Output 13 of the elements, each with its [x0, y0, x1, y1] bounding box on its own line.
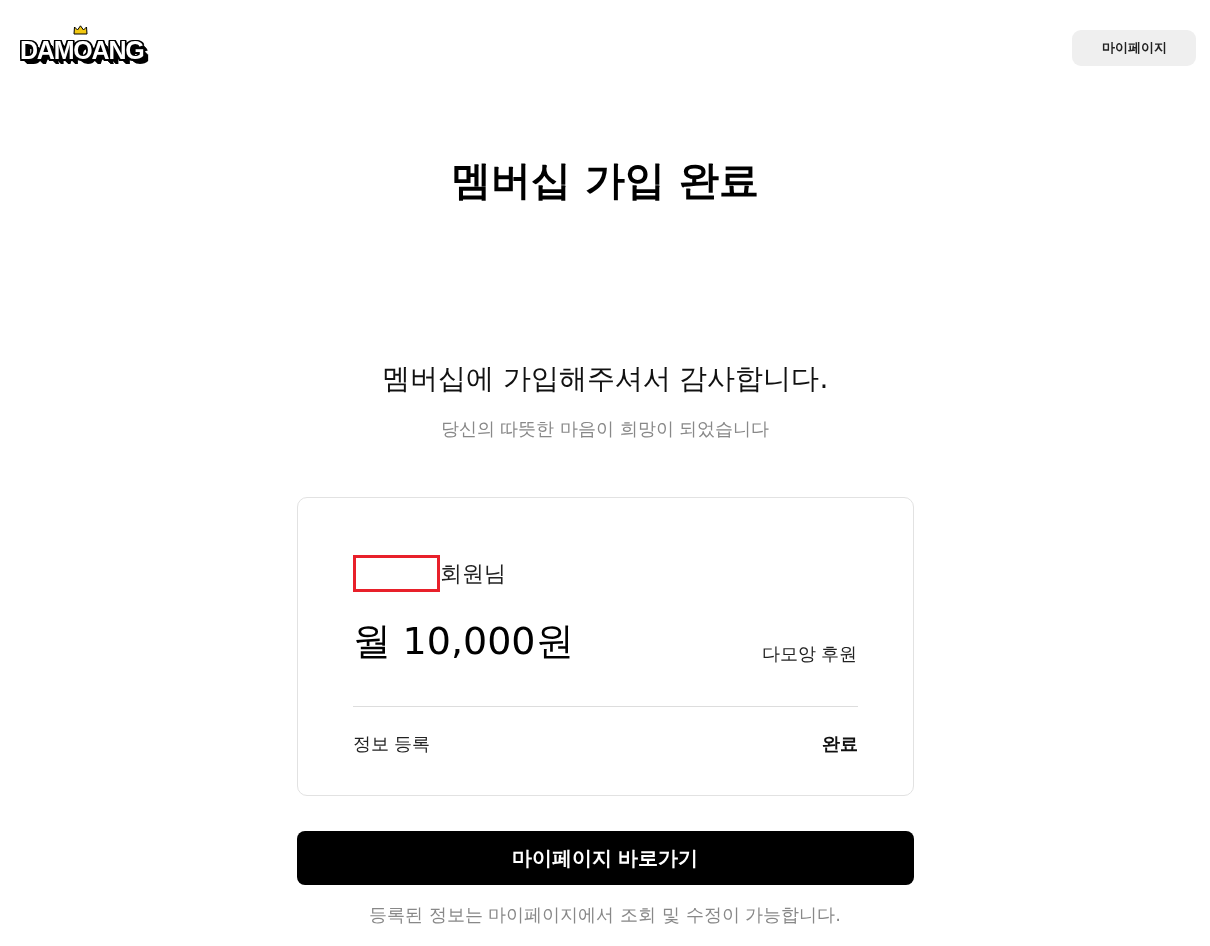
page-title: 멤버십 가입 완료 [451, 156, 759, 204]
monthly-amount: 월 10,000원 [352, 618, 574, 664]
member-label: 회원님 [439, 559, 506, 588]
thanks-heading: 멤버십에 가입해주셔서 감사합니다. [381, 361, 829, 397]
crown-icon [73, 25, 88, 35]
info-label: 정보 등록 [352, 732, 431, 756]
logo[interactable]: DAMOANG [20, 35, 150, 71]
thanks-subheading: 당신의 따뜻한 마음이 희망이 되었습니다 [440, 417, 770, 441]
go-to-mypage-button[interactable]: 마이페이지 바로가기 [296, 831, 914, 885]
info-value: 완료 [821, 732, 858, 756]
info-note: 등록된 정보는 마이페이지에서 조회 및 수정이 가능합니다. [368, 903, 842, 927]
plan-name: 다모앙 후원 [761, 642, 858, 666]
mypage-button[interactable]: 마이페이지 [1072, 30, 1196, 66]
